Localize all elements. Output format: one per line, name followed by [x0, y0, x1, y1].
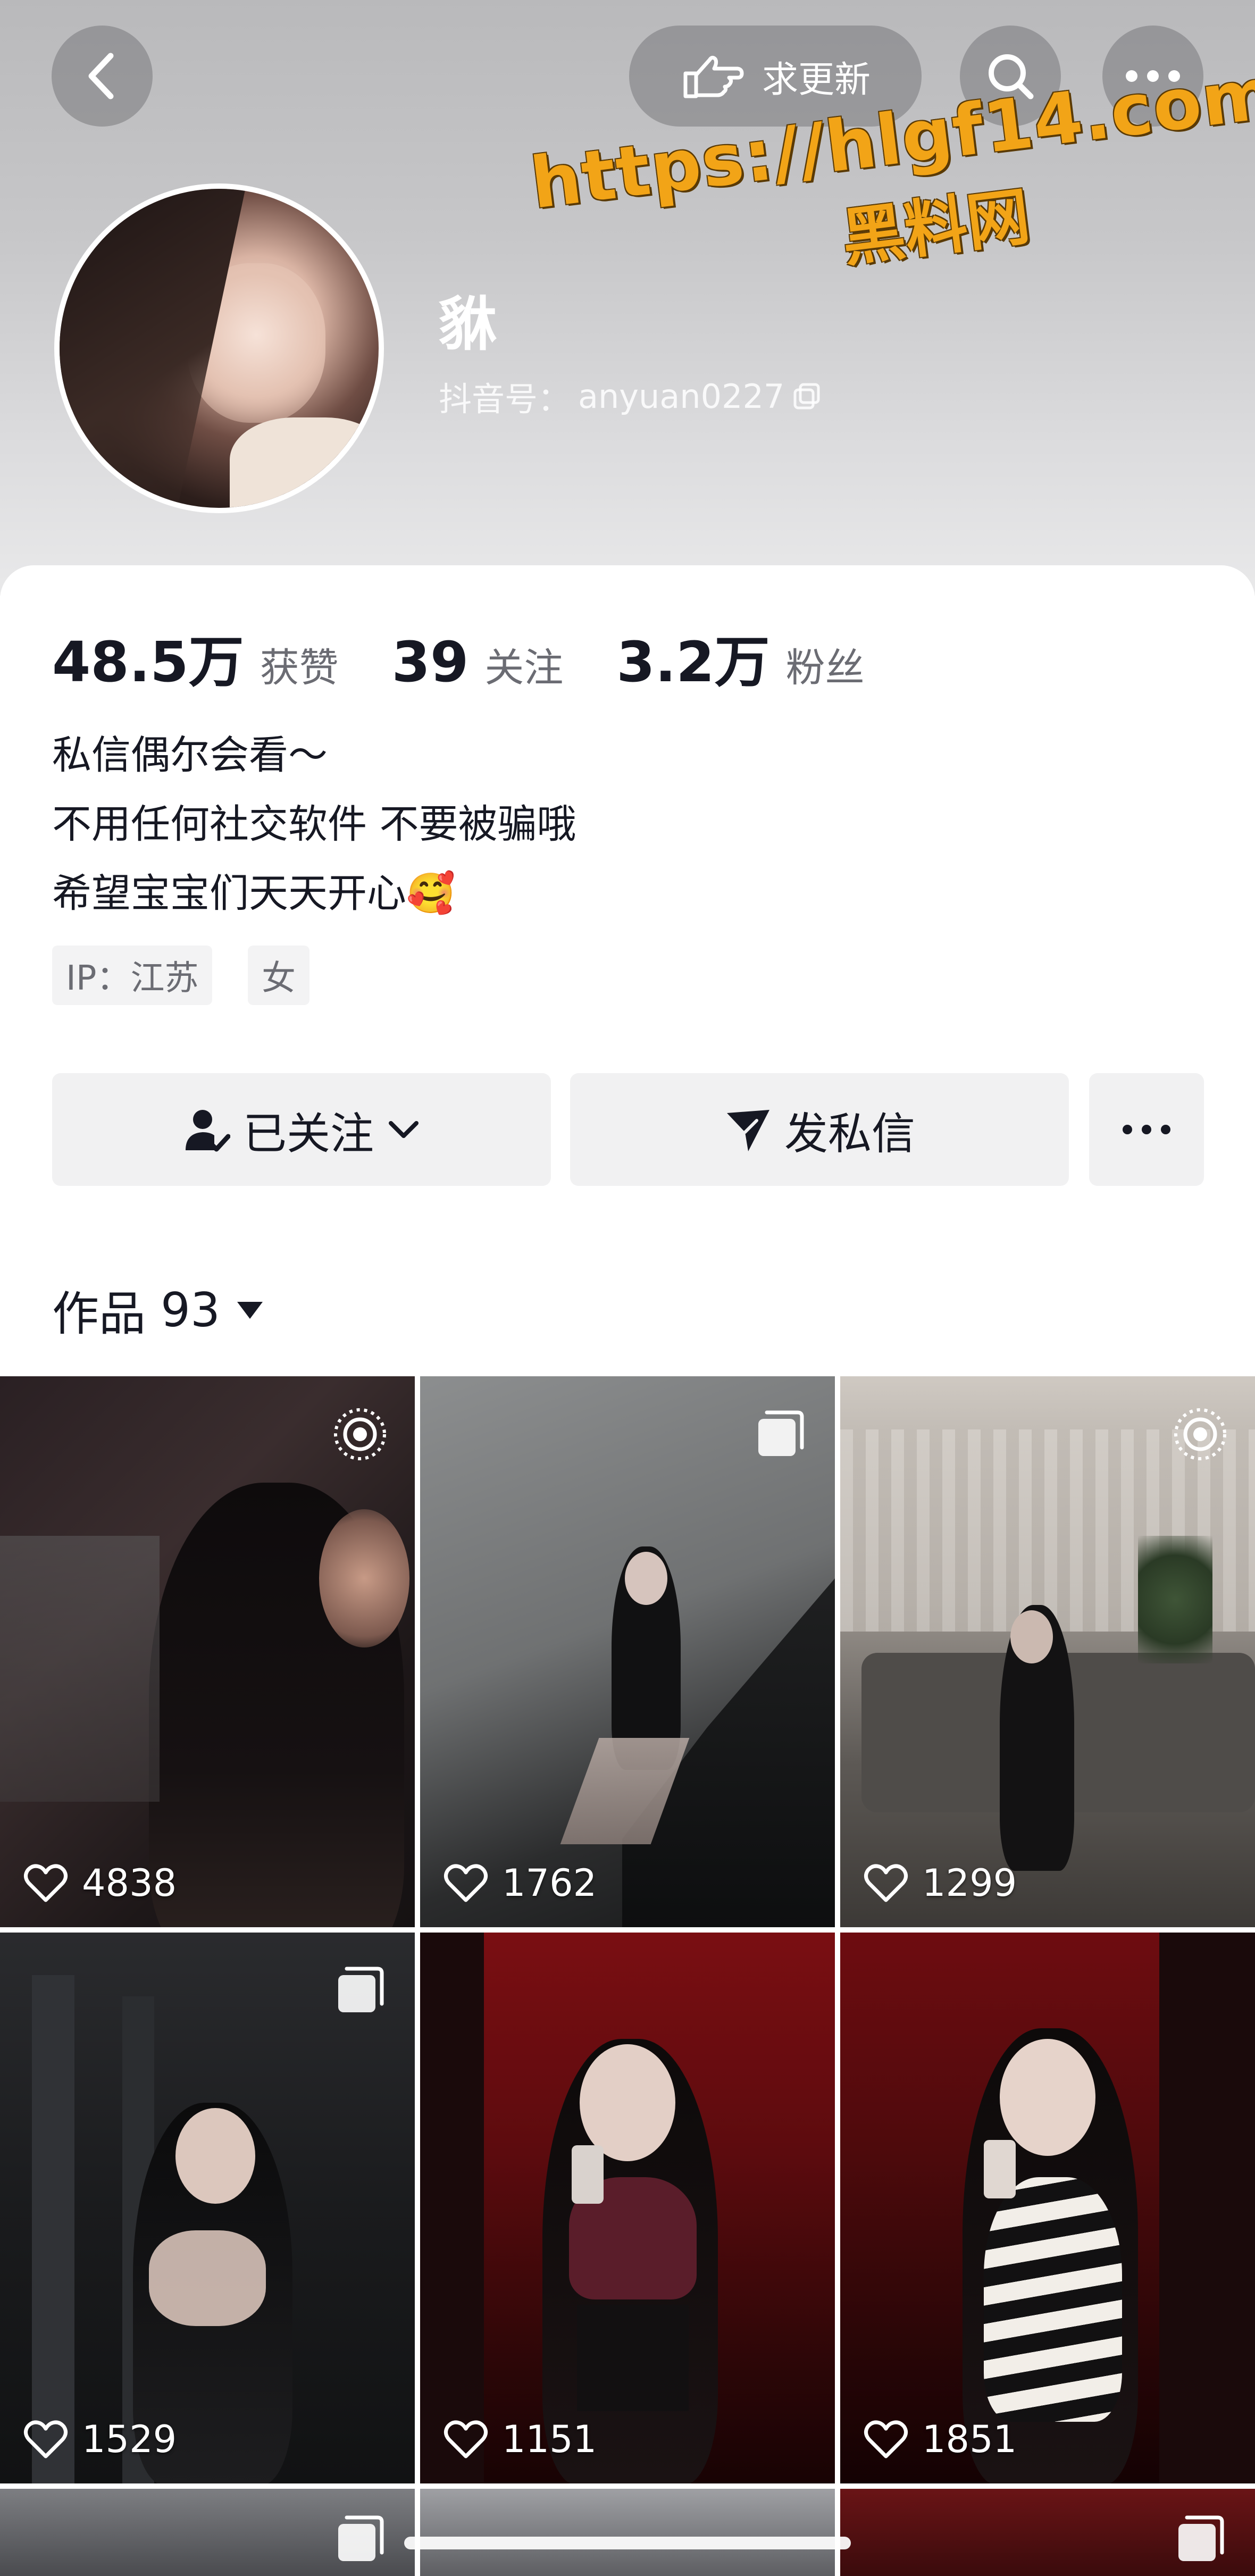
bio-line-2: 不用任何社交软件 不要被骗哦 — [52, 801, 576, 847]
like-count: 1299 — [922, 1861, 1017, 1905]
triangle-down-icon — [237, 1301, 263, 1319]
likes-label: 获赞 — [260, 645, 339, 691]
multi-image-icon — [338, 1967, 384, 2012]
like-count-row: 4838 — [23, 1861, 177, 1905]
followers-count[interactable]: 3.2万 — [616, 617, 769, 697]
like-count: 1529 — [82, 2418, 177, 2461]
send-message-button[interactable]: 发私信 — [570, 1073, 1069, 1186]
send-message-label: 发私信 — [784, 1108, 915, 1159]
video-thumbnail[interactable] — [0, 2489, 415, 2576]
multi-image-icon — [758, 1410, 804, 1456]
video-thumbnail[interactable]: 1762 — [420, 1376, 835, 1927]
chevron-left-icon — [88, 53, 114, 99]
heart-icon — [444, 2420, 488, 2458]
back-button[interactable] — [52, 26, 153, 127]
video-thumbnail[interactable] — [840, 2489, 1255, 2576]
avatar[interactable] — [54, 183, 384, 513]
like-count: 1762 — [502, 1861, 597, 1905]
paper-plane-icon — [726, 1110, 769, 1151]
following-label[interactable]: 关注 — [484, 636, 563, 693]
heart-icon — [864, 1864, 908, 1902]
followed-button[interactable]: 已关注 — [52, 1073, 551, 1186]
multi-image-icon — [338, 2515, 384, 2561]
video-thumbnail[interactable]: 1151 — [420, 1933, 835, 2483]
like-count: 4838 — [82, 1861, 177, 1905]
like-count-row: 1851 — [864, 2418, 1017, 2461]
video-thumbnail[interactable]: 1529 — [0, 1933, 415, 2483]
account-id: anyuan0227 — [578, 377, 785, 416]
nickname: 貅 — [439, 290, 497, 358]
gender-tag: 女 — [248, 946, 309, 1005]
bio: 私信偶尔会看～ 不用任何社交软件 不要被骗哦 希望宝宝们天天开心🥰 — [52, 721, 576, 928]
account-id-row: 抖音号： anyuan0227 — [439, 372, 822, 420]
request-update-label: 求更新 — [762, 58, 871, 101]
like-count-row: 1762 — [444, 1861, 597, 1905]
heart-icon — [444, 1864, 488, 1902]
chevron-down-icon — [389, 1121, 419, 1138]
live-photo-icon — [334, 1408, 386, 1460]
followed-label: 已关注 — [242, 1108, 374, 1159]
video-thumbnail[interactable]: 1851 — [840, 1933, 1255, 2483]
like-count: 1151 — [502, 2418, 597, 2461]
works-label: 作品 — [52, 1286, 146, 1341]
bio-line-1: 私信偶尔会看～ — [52, 732, 328, 778]
stats-row: 48.5万 获赞 39 关注 3.2万 粉丝 — [52, 617, 918, 697]
video-thumbnail[interactable] — [420, 2489, 835, 2576]
bio-line-3-row: 希望宝宝们天天开心🥰 — [52, 859, 576, 928]
like-count: 1851 — [922, 2418, 1017, 2461]
like-count-row: 1151 — [444, 2418, 597, 2461]
followers-label[interactable]: 粉丝 — [786, 636, 865, 693]
live-photo-icon — [1174, 1408, 1226, 1460]
video-thumbnail[interactable]: 4838 — [0, 1376, 415, 1927]
like-count-row: 1299 — [864, 1861, 1017, 1905]
person-check-icon — [185, 1110, 230, 1152]
works-tab[interactable]: 作品 93 — [52, 1276, 265, 1344]
pointing-hand-icon — [683, 55, 744, 98]
copy-icon[interactable] — [792, 381, 822, 411]
ellipsis-icon — [1123, 1125, 1170, 1134]
video-thumbnail[interactable]: 1299 — [840, 1376, 1255, 1927]
works-count: 93 — [161, 1283, 220, 1337]
heart-icon — [24, 2420, 68, 2458]
bio-line-3: 希望宝宝们天天开心 — [52, 871, 406, 916]
likes-count: 48.5万 — [52, 630, 244, 695]
smiling-face-with-hearts-emoji: 🥰 — [406, 871, 456, 916]
heart-icon — [24, 1864, 68, 1902]
multi-image-icon — [1178, 2515, 1224, 2561]
more-actions-button[interactable] — [1089, 1073, 1204, 1186]
home-indicator[interactable] — [404, 2537, 851, 2549]
following-count[interactable]: 39 — [392, 630, 469, 695]
like-count-row: 1529 — [23, 2418, 177, 2461]
ip-location-tag: IP：江苏 — [52, 946, 213, 1005]
heart-icon — [864, 2420, 908, 2458]
account-label: 抖音号： — [439, 380, 571, 419]
